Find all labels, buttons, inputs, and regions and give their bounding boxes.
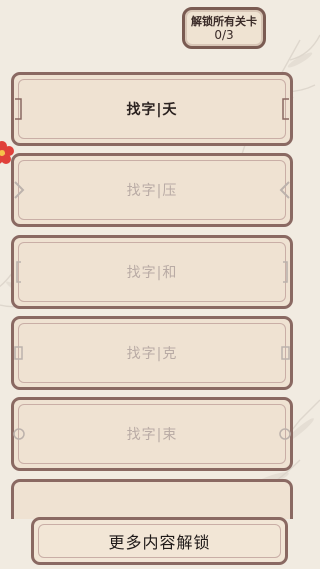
corner-ornament-icon [15,98,22,120]
level-label: 找字|压 [126,183,178,199]
level-card-6-partial[interactable] [11,479,293,519]
diamond-ornament-icon [279,181,290,199]
unlock-all-label: 解锁所有关卡 [191,14,257,28]
level-card-4[interactable]: 找字|克 [11,316,293,390]
corner-ornament-icon [282,98,289,120]
cloud-ornament-icon [279,428,291,440]
bracket-ornament-icon [281,346,290,360]
unlock-all-levels-button[interactable]: 解锁所有关卡 0/3 [182,7,266,49]
level-card-2[interactable]: 找字|压 [11,153,293,227]
cloud-ornament-icon [13,428,25,440]
plum-blossom-icon [0,141,14,164]
bracket-ornament-icon [14,346,23,360]
level-label: 找字|和 [126,265,178,281]
scroll-ornament-icon [283,261,288,283]
level-card-3[interactable]: 找字|和 [11,235,293,309]
level-card-5[interactable]: 找字|束 [11,397,293,471]
unlock-progress: 0/3 [214,27,234,42]
level-label: 找字|克 [126,346,178,362]
level-label: 找字|束 [126,427,178,443]
level-label: 找字|夭 [126,102,178,118]
more-content-unlock-button[interactable]: 更多内容解锁 [31,517,288,565]
diamond-ornament-icon [14,181,25,199]
scroll-ornament-icon [16,261,21,283]
more-content-label: 更多内容解锁 [108,533,211,552]
top-bar: 解锁所有关卡 0/3 [0,0,320,60]
level-card-1[interactable]: 找字|夭 [11,72,293,146]
